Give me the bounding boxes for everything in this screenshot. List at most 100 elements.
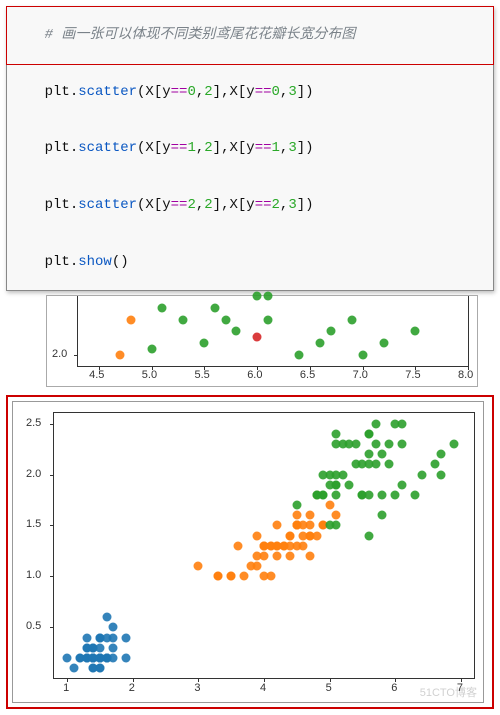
x-tick-label: 8.0: [458, 369, 473, 381]
lower-chart-highlight-box: 0.51.01.52.02.51234567 51CTO博客: [6, 395, 494, 709]
scatter-point: [325, 501, 334, 510]
scatter-point: [391, 490, 400, 499]
scatter-point: [89, 664, 98, 673]
scatter-point: [266, 572, 275, 581]
tok: 3: [288, 84, 296, 100]
scatter-point: [69, 664, 78, 673]
y-tick-label: 1.5: [26, 518, 41, 530]
scatter-point: [253, 292, 262, 301]
scatter-point: [371, 419, 380, 428]
scatter-point: [379, 339, 388, 348]
scatter-point: [273, 521, 282, 530]
scatter-point: [378, 490, 387, 499]
scatter-point: [348, 315, 357, 324]
scatter-point: [263, 292, 272, 301]
x-tick-label: 5.5: [194, 369, 209, 381]
tok: ]): [297, 140, 314, 156]
x-tick-label: 6: [391, 682, 397, 694]
tok: ,: [196, 140, 204, 156]
scatter-point: [263, 315, 272, 324]
tok: ,: [196, 197, 204, 213]
y-tick-label: 0.5: [26, 620, 41, 632]
scatter-point: [358, 490, 367, 499]
x-tick-label: 6.5: [300, 369, 315, 381]
scatter-point: [338, 439, 347, 448]
scatter-point: [384, 439, 393, 448]
scatter-point: [358, 350, 367, 359]
code-comment-line: # 画一张可以体现不同类别鸢尾花花瓣长宽分布图: [6, 6, 494, 65]
scatter-point: [126, 315, 135, 324]
code-line-4: plt.show(): [7, 234, 493, 291]
scatter-point: [116, 350, 125, 359]
scatter-point: [437, 470, 446, 479]
tok: 2: [204, 140, 212, 156]
scatter-point: [305, 511, 314, 520]
upper-plot-area: 2.04.55.05.56.06.57.07.58.0: [77, 296, 469, 367]
scatter-point: [292, 511, 301, 520]
scatter-point: [292, 501, 301, 510]
scatter-point: [338, 470, 347, 479]
scatter-point: [240, 572, 249, 581]
tok: 2: [272, 197, 280, 213]
x-tick-label: 7.5: [405, 369, 420, 381]
scatter-point: [326, 327, 335, 336]
comment-text: # 画一张可以体现不同类别鸢尾花花瓣长宽分布图: [45, 27, 356, 43]
tok: ],X[y: [213, 140, 255, 156]
x-tick-label: 3: [194, 682, 200, 694]
tok: ]): [297, 197, 314, 213]
scatter-point: [411, 327, 420, 336]
tok: ],X[y: [213, 197, 255, 213]
tok: (): [112, 254, 129, 270]
x-tick-label: 7.0: [353, 369, 368, 381]
scatter-point: [89, 653, 98, 662]
scatter-point: [214, 572, 223, 581]
scatter-point: [147, 344, 156, 353]
scatter-point: [63, 653, 72, 662]
x-tick-label: 4.5: [89, 369, 104, 381]
tok: ==: [171, 140, 188, 156]
tok: 2: [187, 197, 195, 213]
scatter-point: [279, 541, 288, 550]
x-tick-label: 6.0: [247, 369, 262, 381]
scatter-point: [233, 541, 242, 550]
tok: ],X[y: [213, 84, 255, 100]
iris-petal-scatter-chart: 0.51.01.52.02.51234567 51CTO博客: [12, 401, 484, 703]
scatter-point: [299, 541, 308, 550]
tok: 3: [288, 140, 296, 156]
scatter-point: [109, 623, 118, 632]
scatter-point: [430, 460, 439, 469]
tok: plt.: [45, 197, 79, 213]
scatter-point: [332, 521, 341, 530]
scatter-point: [365, 450, 374, 459]
scatter-point: [273, 552, 282, 561]
tok: 0: [272, 84, 280, 100]
scatter-point: [232, 327, 241, 336]
scatter-point: [200, 339, 209, 348]
scatter-point: [179, 315, 188, 324]
tok: show: [78, 254, 112, 270]
scatter-point: [305, 552, 314, 561]
scatter-point: [260, 552, 269, 561]
scatter-point: [450, 439, 459, 448]
tok: ==: [171, 84, 188, 100]
tok: ==: [255, 140, 272, 156]
scatter-point: [82, 633, 91, 642]
scatter-point: [397, 439, 406, 448]
scatter-point: [227, 572, 236, 581]
scatter-point: [332, 511, 341, 520]
tok: scatter: [78, 140, 137, 156]
scatter-point: [122, 653, 131, 662]
scatter-point: [397, 480, 406, 489]
scatter-point: [194, 562, 203, 571]
y-tick-label: 2.5: [26, 417, 41, 429]
tok: scatter: [78, 197, 137, 213]
y-tick-label: 2.0: [26, 468, 41, 480]
scatter-point: [102, 613, 111, 622]
scatter-point: [253, 333, 262, 342]
tok: ,: [196, 84, 204, 100]
x-tick-label: 1: [63, 682, 69, 694]
scatter-point: [286, 552, 295, 561]
scatter-point: [316, 339, 325, 348]
tok: (X[y: [137, 140, 171, 156]
scatter-point: [437, 450, 446, 459]
